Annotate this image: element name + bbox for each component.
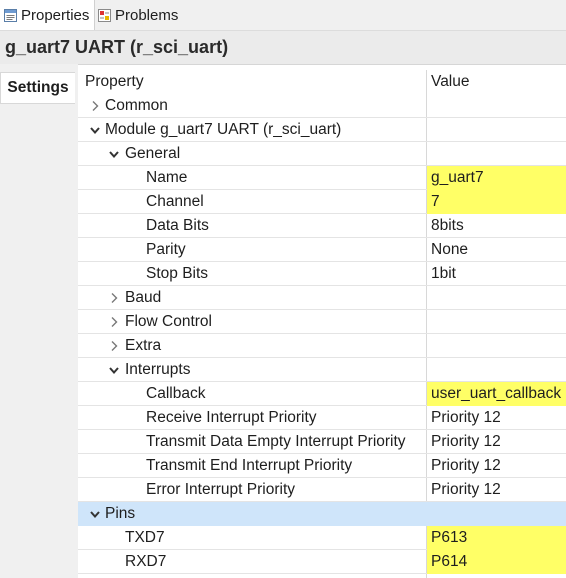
tab-properties[interactable]: Properties: [0, 0, 95, 30]
property-value: [427, 142, 566, 166]
property-value: [427, 118, 566, 142]
property-row-flow-control[interactable]: Flow Control: [78, 310, 566, 334]
column-header-property[interactable]: Property: [85, 70, 144, 94]
property-label: Transmit Data Empty Interrupt Priority: [146, 433, 406, 450]
property-value: [427, 334, 566, 358]
chevron-down-icon[interactable]: [107, 358, 121, 382]
property-value[interactable]: Priority 12: [427, 454, 566, 478]
column-header-value-label: Value: [431, 73, 470, 90]
property-label: Module g_uart7 UART (r_sci_uart): [105, 121, 342, 138]
property-label: Transmit End Interrupt Priority: [146, 457, 353, 474]
tab-problems[interactable]: Problems: [94, 0, 194, 30]
property-value[interactable]: Priority 12: [427, 406, 566, 430]
property-label: Receive Interrupt Priority: [146, 409, 317, 426]
property-row-parity[interactable]: Parity None: [78, 238, 566, 262]
property-row-receive-interrupt-priority[interactable]: Receive Interrupt Priority Priority 12: [78, 406, 566, 430]
property-row-stop-bits[interactable]: Stop Bits 1bit: [78, 262, 566, 286]
chevron-down-icon[interactable]: [107, 142, 121, 166]
chevron-right-icon[interactable]: [107, 310, 121, 334]
page-title: g_uart7 UART (r_sci_uart): [5, 37, 229, 57]
tab-settings[interactable]: Settings: [0, 72, 75, 104]
chevron-right-icon[interactable]: [88, 94, 102, 118]
property-value: [427, 94, 566, 118]
property-row-extra[interactable]: Extra: [78, 334, 566, 358]
properties-header: g_uart7 UART (r_sci_uart): [0, 31, 566, 65]
property-row-error-interrupt-priority[interactable]: Error Interrupt Priority Priority 12: [78, 478, 566, 502]
property-label: TXD7: [125, 529, 165, 546]
property-value[interactable]: P613: [427, 526, 566, 550]
property-row-common[interactable]: Common: [78, 94, 566, 118]
tab-properties-label: Properties: [21, 6, 90, 24]
chevron-down-icon[interactable]: [88, 118, 102, 142]
property-value[interactable]: Priority 12: [427, 430, 566, 454]
property-label: Name: [146, 169, 188, 186]
property-row-transmit-data-empty-interrupt-priority[interactable]: Transmit Data Empty Interrupt Priority Pr…: [78, 430, 566, 454]
property-label: Data Bits: [146, 217, 209, 234]
property-value[interactable]: 7: [427, 190, 566, 214]
property-value: [427, 502, 566, 526]
property-label: RXD7: [125, 553, 167, 570]
tab-settings-label: Settings: [7, 79, 69, 96]
property-row-data-bits[interactable]: Data Bits 8bits: [78, 214, 566, 238]
property-label: Channel: [146, 193, 204, 210]
property-row-baud[interactable]: Baud: [78, 286, 566, 310]
property-row-transmit-end-interrupt-priority[interactable]: Transmit End Interrupt Priority Priority …: [78, 454, 566, 478]
chevron-right-icon[interactable]: [107, 286, 121, 310]
property-value[interactable]: 8bits: [427, 214, 566, 238]
property-value[interactable]: g_uart7: [427, 166, 566, 190]
property-label: Pins: [105, 505, 136, 522]
side-tab-bar: Settings: [0, 64, 78, 578]
problems-icon: [98, 8, 111, 22]
property-row-module-g-uart7-uart-r-sci-uart[interactable]: Module g_uart7 UART (r_sci_uart): [78, 118, 566, 142]
property-label: Interrupts: [125, 361, 191, 378]
property-label: Extra: [125, 337, 162, 354]
property-value[interactable]: 1bit: [427, 262, 566, 286]
view-tab-bar: Properties Problems: [0, 0, 566, 31]
property-label: General: [125, 145, 181, 162]
property-row-general[interactable]: General: [78, 142, 566, 166]
property-value[interactable]: None: [427, 238, 566, 262]
property-row-rxd7[interactable]: RXD7 P614: [78, 550, 566, 574]
property-label: Error Interrupt Priority: [146, 481, 296, 498]
property-row-interrupts[interactable]: Interrupts: [78, 358, 566, 382]
column-header-property-label: Property: [85, 73, 144, 90]
properties-icon: [4, 8, 17, 22]
property-row-name[interactable]: Name g_uart7: [78, 166, 566, 190]
property-row-callback[interactable]: Callback user_uart_callback: [78, 382, 566, 406]
property-value[interactable]: P614: [427, 550, 566, 574]
property-value[interactable]: Priority 12: [427, 478, 566, 502]
property-label: Stop Bits: [146, 265, 209, 282]
property-label: Baud: [125, 289, 162, 306]
property-label: Callback: [146, 385, 206, 402]
property-value: [427, 286, 566, 310]
property-value: [427, 310, 566, 334]
property-row-pins[interactable]: Pins: [78, 502, 566, 526]
property-row-txd7[interactable]: TXD7 P613: [78, 526, 566, 550]
property-value: [427, 358, 566, 382]
column-header-value[interactable]: Value: [431, 70, 470, 94]
property-value[interactable]: user_uart_callback: [427, 382, 566, 406]
property-label: Common: [105, 97, 168, 114]
property-label: Parity: [146, 241, 186, 258]
chevron-right-icon[interactable]: [107, 334, 121, 358]
chevron-down-icon[interactable]: [88, 502, 102, 526]
property-label: Flow Control: [125, 313, 212, 330]
tab-problems-label: Problems: [115, 6, 179, 24]
property-row-channel[interactable]: Channel 7: [78, 190, 566, 214]
